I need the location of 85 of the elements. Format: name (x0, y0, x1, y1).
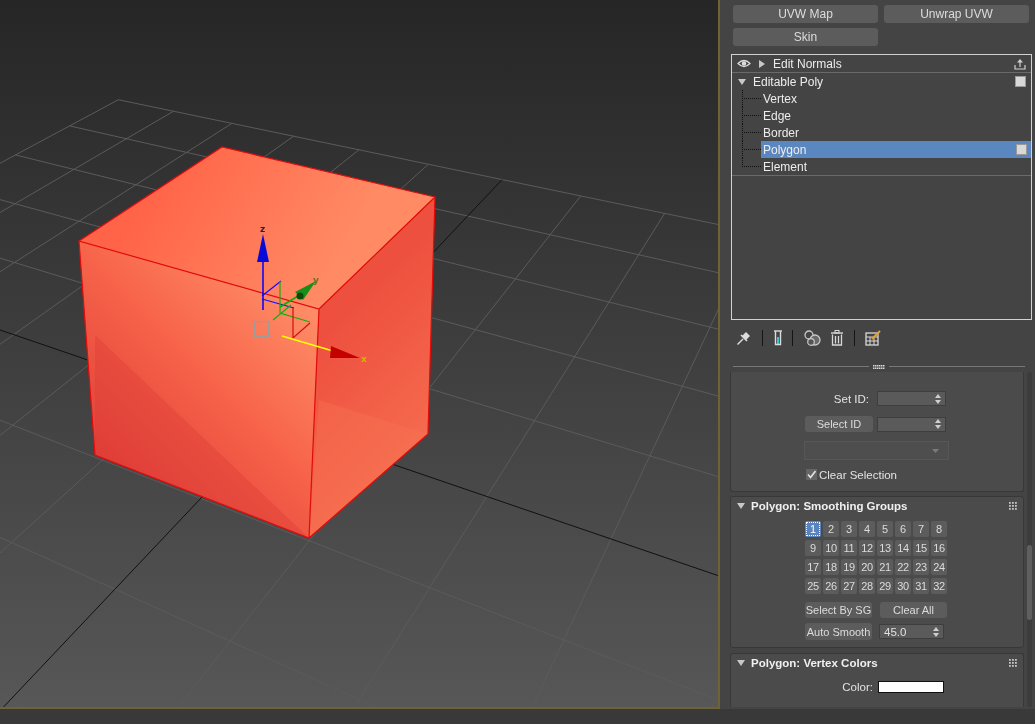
smoothing-group-button[interactable]: 17 (805, 559, 821, 575)
stack-item[interactable]: Border (761, 124, 1031, 141)
color-label: Color: (841, 681, 873, 693)
smoothing-group-button[interactable]: 8 (931, 521, 947, 537)
smoothing-group-button[interactable]: 21 (877, 559, 893, 575)
smoothing-group-button[interactable]: 24 (931, 559, 947, 575)
smoothing-group-button[interactable]: 19 (841, 559, 857, 575)
caret-right-icon[interactable] (759, 59, 765, 68)
modifier-stack[interactable]: Edit Normals Editable Poly Vertex Edge Border Polygon Element (731, 54, 1032, 320)
grip-dots-icon[interactable] (1009, 502, 1017, 510)
spinner-arrows-icon[interactable] (933, 626, 939, 637)
smoothing-group-button[interactable]: 14 (895, 540, 911, 556)
checkbox-label[interactable]: Clear Selection (819, 468, 897, 481)
smoothing-group-button[interactable]: 28 (859, 578, 875, 594)
smoothing-group-button[interactable]: 2 (823, 521, 839, 537)
modifier-button[interactable]: Unwrap UVW (884, 5, 1029, 23)
circles-icon[interactable] (803, 330, 821, 346)
smoothing-group-button[interactable]: 20 (859, 559, 875, 575)
smoothing-group-button[interactable]: 32 (931, 578, 947, 594)
select-id-field[interactable] (877, 416, 946, 432)
gizmo-plane-drawing[interactable] (261, 280, 311, 340)
eye-icon[interactable] (737, 59, 751, 68)
smoothing-group-button[interactable]: 1 (805, 521, 821, 537)
rollout-title[interactable]: Polygon: Smoothing Groups (751, 500, 908, 512)
smoothing-group-button[interactable]: 23 (913, 559, 929, 575)
set-id-field[interactable] (877, 391, 946, 406)
scrollbar[interactable] (1027, 372, 1032, 707)
grip-dots-icon[interactable] (1009, 659, 1017, 667)
test-tube-icon[interactable] (773, 330, 782, 346)
cube[interactable] (78, 146, 437, 539)
axis-label: z (260, 224, 266, 234)
smoothing-group-button[interactable]: 18 (823, 559, 839, 575)
color-swatch[interactable] (878, 681, 944, 693)
set-id-label: Set ID: (832, 392, 869, 405)
axis-label: x (361, 354, 367, 364)
grid-pencil-icon[interactable] (865, 330, 881, 346)
auto-smooth-button[interactable]: Auto Smooth (805, 623, 872, 640)
caret-down-icon[interactable] (737, 660, 745, 666)
checkbox[interactable] (806, 469, 817, 480)
smoothing-group-button[interactable]: 11 (841, 540, 857, 556)
smoothing-group-button[interactable]: 27 (841, 578, 857, 594)
stack-item[interactable]: Polygon (761, 141, 1031, 158)
axis-label: y (313, 275, 319, 285)
viewport[interactable]: z y x (0, 0, 720, 709)
x-axis-arrow[interactable] (281, 335, 360, 358)
rollout-title[interactable]: Polygon: Vertex Colors (751, 657, 878, 669)
stack-item[interactable]: Edit Normals (732, 55, 1031, 73)
smoothing-group-button[interactable]: 15 (913, 540, 929, 556)
threshold-spinner[interactable]: 45.0 (879, 624, 944, 639)
drag-handle-icon[interactable] (873, 364, 885, 369)
stack-item[interactable]: Editable Poly (732, 73, 1031, 90)
smoothing-group-button[interactable]: 30 (895, 578, 911, 594)
smoothing-group-button[interactable]: 10 (823, 540, 839, 556)
tick-icon (807, 470, 816, 479)
modifier-button[interactable]: Skin (733, 28, 878, 46)
smoothing-group-button[interactable]: 12 (859, 540, 875, 556)
z-axis-arrow[interactable] (257, 234, 269, 311)
modifier-button[interactable]: UVW Map (733, 5, 878, 23)
smoothing-group-button[interactable]: 22 (895, 559, 911, 575)
pushpin-icon[interactable] (736, 330, 752, 346)
stack-item[interactable]: Edge (761, 107, 1031, 124)
tray-arrow-icon[interactable] (1014, 57, 1026, 70)
smoothing-group-button[interactable]: 29 (877, 578, 893, 594)
scrollbar-thumb[interactable] (1027, 545, 1032, 620)
smoothing-group-button[interactable]: 6 (895, 521, 911, 537)
caret-down-icon[interactable] (738, 78, 746, 85)
spinner-arrows-icon[interactable] (935, 419, 941, 429)
stack-item[interactable]: Vertex (761, 90, 1031, 107)
stack-item[interactable]: Element (761, 158, 1031, 175)
smoothing-group-button[interactable]: 3 (841, 521, 857, 537)
select-id-button[interactable]: Select ID (805, 416, 873, 432)
smoothing-group-button[interactable]: 5 (877, 521, 893, 537)
smoothing-group-button[interactable]: 25 (805, 578, 821, 594)
smoothing-group-button[interactable]: 9 (805, 540, 821, 556)
select-by-sg-button[interactable]: Select By SG (805, 602, 872, 618)
caret-down-icon[interactable] (737, 503, 745, 509)
smoothing-group-button[interactable]: 7 (913, 521, 929, 537)
smoothing-group-button[interactable]: 16 (931, 540, 947, 556)
smoothing-group-button[interactable]: 26 (823, 578, 839, 594)
smoothing-group-button[interactable]: 4 (859, 521, 875, 537)
clear-all-button[interactable]: Clear All (880, 602, 947, 618)
trash-icon[interactable] (830, 330, 844, 346)
spinner-arrows-icon[interactable] (935, 393, 941, 404)
smoothing-group-button[interactable]: 13 (877, 540, 893, 556)
smoothing-group-button[interactable]: 31 (913, 578, 929, 594)
